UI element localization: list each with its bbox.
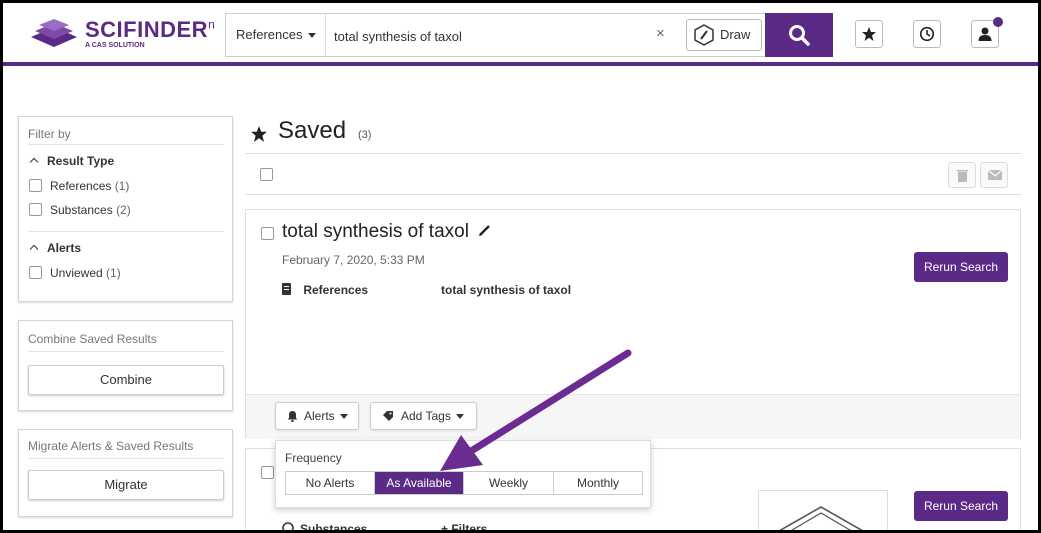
search-button[interactable] bbox=[765, 13, 833, 57]
divider bbox=[28, 458, 224, 459]
saved-count: (3) bbox=[358, 129, 372, 141]
envelope-icon bbox=[988, 169, 1002, 180]
bell-icon bbox=[287, 411, 298, 423]
brand-name: SCIFINDERn bbox=[85, 17, 216, 42]
checkbox[interactable] bbox=[29, 179, 42, 192]
saved-search-card: total synthesis of taxol February 7, 202… bbox=[245, 209, 1021, 439]
search-icon bbox=[789, 25, 810, 46]
caret-down-icon bbox=[308, 33, 317, 39]
edit-pencil-icon[interactable] bbox=[478, 223, 492, 237]
migrate-title: Migrate Alerts & Saved Results bbox=[28, 439, 194, 453]
card-date: February 7, 2020, 5:33 PM bbox=[282, 253, 425, 267]
caret-down-icon bbox=[339, 414, 348, 420]
trash-icon bbox=[957, 170, 968, 182]
frequency-segmented-control: No Alerts As Available Weekly Monthly bbox=[285, 471, 643, 495]
divider bbox=[28, 231, 224, 232]
card-footer: Alerts Add Tags bbox=[246, 394, 1020, 439]
frequency-option-as-available[interactable]: As Available bbox=[375, 472, 464, 494]
add-tags-button[interactable]: Add Tags bbox=[370, 402, 477, 430]
search-bar: References × Draw bbox=[225, 13, 765, 57]
combine-panel: Combine Saved Results Combine bbox=[18, 320, 233, 411]
clear-search-icon[interactable]: × bbox=[656, 25, 665, 42]
search-scope-dropdown[interactable]: References bbox=[226, 14, 326, 56]
star-icon bbox=[251, 126, 267, 142]
rerun-search-button[interactable]: Rerun Search bbox=[914, 252, 1008, 282]
alerts-dropdown-button[interactable]: Alerts bbox=[275, 402, 359, 430]
card-type-row: References bbox=[282, 283, 368, 297]
select-all-checkbox[interactable] bbox=[260, 168, 273, 181]
favorites-button[interactable] bbox=[855, 20, 883, 48]
card-query: total synthesis of taxol bbox=[441, 283, 572, 297]
delete-button[interactable] bbox=[948, 162, 976, 188]
card-checkbox[interactable] bbox=[261, 227, 274, 240]
saved-toolbar bbox=[245, 153, 1021, 195]
filter-references[interactable]: References (1) bbox=[29, 179, 129, 193]
filter-unviewed[interactable]: Unviewed (1) bbox=[29, 266, 121, 280]
checkbox[interactable] bbox=[29, 203, 42, 216]
clock-icon bbox=[919, 26, 935, 42]
frequency-popover: Frequency No Alerts As Available Weekly … bbox=[275, 440, 651, 508]
top-header: SCIFINDERn A CAS SOLUTION References × D… bbox=[3, 3, 1038, 63]
filters-link[interactable]: + Filters bbox=[441, 522, 487, 530]
filter-substances[interactable]: Substances (2) bbox=[29, 203, 131, 217]
card-checkbox[interactable] bbox=[261, 466, 274, 479]
filter-title: Filter by bbox=[28, 127, 71, 141]
combine-title: Combine Saved Results bbox=[28, 332, 157, 346]
rerun-search-button[interactable]: Rerun Search bbox=[914, 491, 1008, 521]
result-type-toggle[interactable]: Result Type bbox=[29, 154, 114, 168]
card-title: total synthesis of taxol bbox=[282, 221, 492, 243]
email-button[interactable] bbox=[980, 162, 1008, 188]
history-button[interactable] bbox=[913, 20, 941, 48]
notification-badge bbox=[993, 17, 1003, 27]
structure-thumbnail[interactable] bbox=[758, 490, 888, 530]
frequency-label: Frequency bbox=[285, 451, 342, 465]
combine-button[interactable]: Combine bbox=[28, 365, 224, 395]
logo-mark-icon bbox=[31, 19, 77, 47]
search-input[interactable] bbox=[332, 22, 646, 50]
frequency-option-monthly[interactable]: Monthly bbox=[554, 472, 642, 494]
document-icon bbox=[282, 283, 291, 295]
molecule-structure-icon bbox=[779, 506, 863, 530]
frequency-option-weekly[interactable]: Weekly bbox=[464, 472, 554, 494]
checkbox[interactable] bbox=[29, 266, 42, 279]
header-accent-bar bbox=[3, 62, 1038, 66]
alerts-toggle[interactable]: Alerts bbox=[29, 241, 81, 255]
card-type-row: Substances bbox=[282, 522, 367, 530]
pencil-hexagon-icon bbox=[694, 24, 714, 46]
tag-icon bbox=[383, 411, 393, 421]
brand-tagline: A CAS SOLUTION bbox=[85, 42, 145, 49]
substance-icon bbox=[282, 522, 294, 530]
chevron-up-icon bbox=[29, 157, 39, 167]
migrate-button[interactable]: Migrate bbox=[28, 470, 224, 500]
caret-down-icon bbox=[455, 414, 464, 420]
star-icon bbox=[862, 27, 876, 41]
frequency-option-no-alerts[interactable]: No Alerts bbox=[286, 472, 375, 494]
scifinder-logo[interactable]: SCIFINDERn A CAS SOLUTION bbox=[27, 15, 215, 55]
draw-button[interactable]: Draw bbox=[686, 19, 762, 51]
migrate-panel: Migrate Alerts & Saved Results Migrate bbox=[18, 429, 233, 517]
divider bbox=[28, 144, 224, 145]
user-icon bbox=[978, 27, 992, 41]
app-window: SCIFINDERn A CAS SOLUTION References × D… bbox=[0, 0, 1041, 533]
divider bbox=[28, 351, 224, 352]
filter-panel: Filter by Result Type References (1) Sub… bbox=[18, 116, 233, 302]
chevron-up-icon bbox=[29, 244, 39, 254]
